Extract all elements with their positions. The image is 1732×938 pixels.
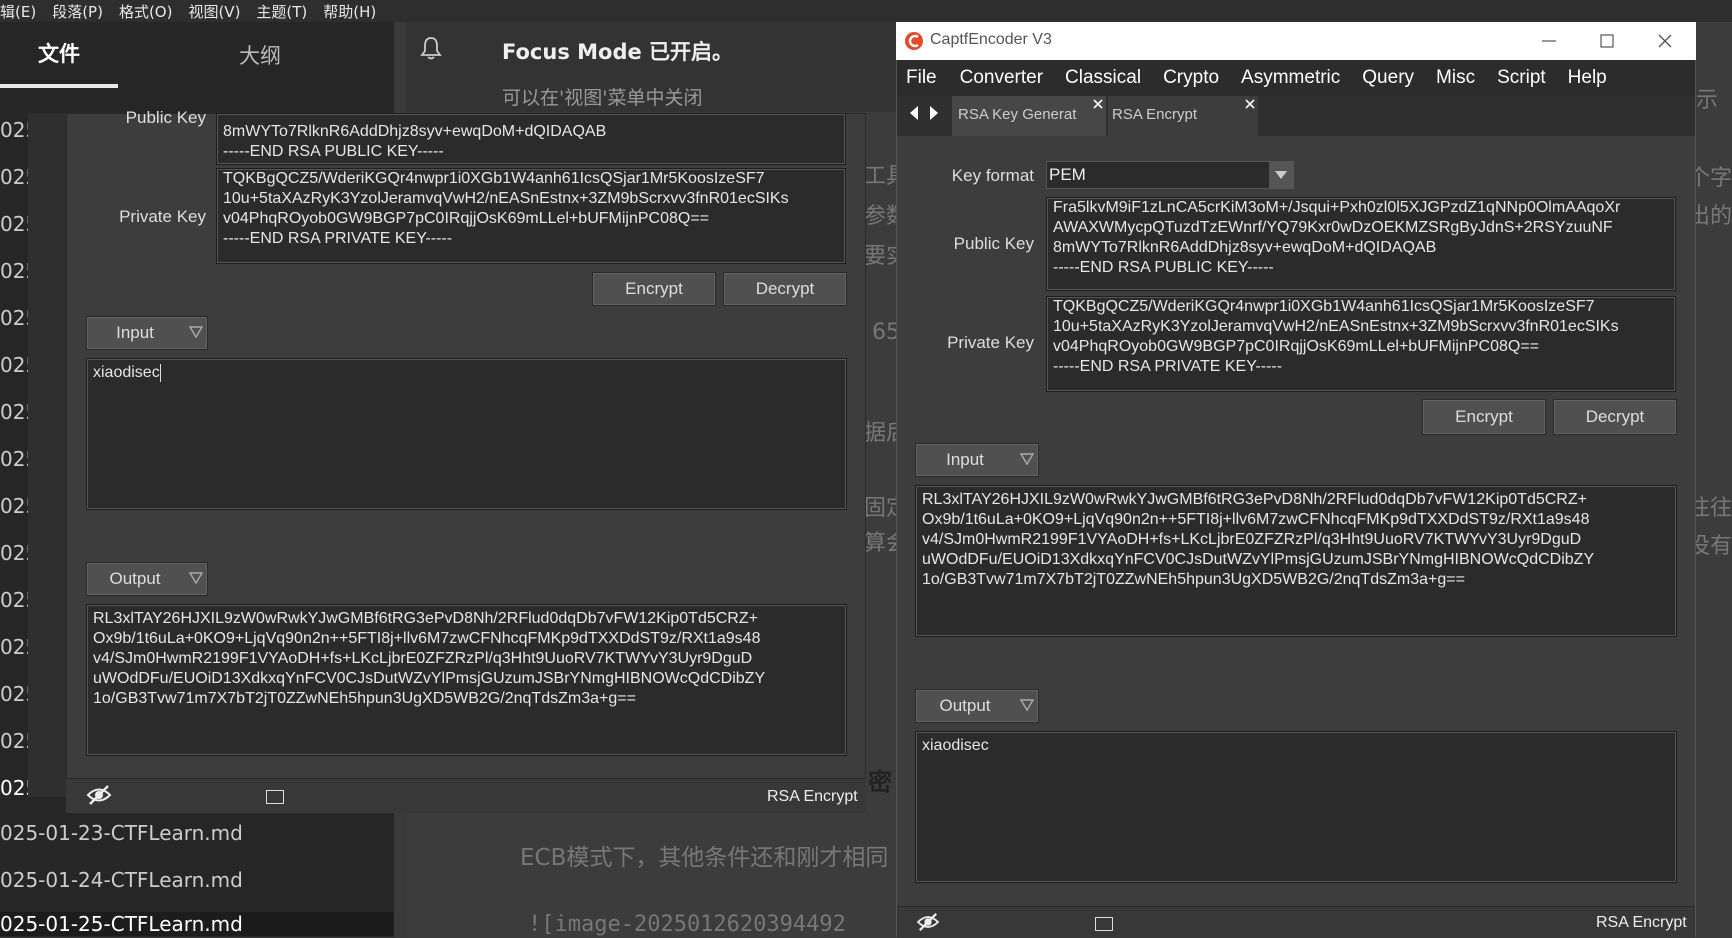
tab-close-icon[interactable]: [1092, 98, 1104, 110]
input-textarea[interactable]: RL3xlTAY26HJXIL9zW0wRwkYJwGMBf6tRG3ePvD8…: [915, 485, 1677, 637]
public-key-field[interactable]: Fra5lkvM9iF1zLnCA5crKiM3oM+/Jsqui+Pxh0zl…: [1046, 197, 1676, 291]
left-input-text: xiaodisec: [93, 364, 160, 381]
eye-off-icon[interactable]: [915, 912, 941, 932]
sidebar-tab-outline[interactable]: 大纲: [185, 22, 335, 88]
chevron-down-icon: [1020, 699, 1034, 712]
tab-label: RSA Key Generat: [958, 106, 1077, 123]
tab-close-icon[interactable]: [1244, 98, 1256, 110]
editor-heading-fragment: 密: [868, 768, 892, 796]
menu-converter[interactable]: Converter: [960, 67, 1043, 89]
menu-paragraph[interactable]: 段落(P): [52, 1, 103, 22]
left-private-key-field[interactable]: TQKBgQCZ5/WderiKGQr4nwpr1i0XGb1W4anh61Ic…: [216, 168, 846, 264]
sidebar-tab-files[interactable]: 文件: [0, 22, 118, 88]
close-icon[interactable]: [1656, 32, 1674, 50]
output-textarea[interactable]: xiaodisec: [915, 731, 1677, 883]
app-logo-icon: [905, 32, 923, 50]
left-input-label: Input: [116, 323, 154, 342]
tab-label: RSA Encrypt: [1112, 106, 1198, 123]
eye-off-icon[interactable]: [86, 784, 112, 806]
menu-crypto[interactable]: Crypto: [1163, 67, 1219, 89]
editor-paragraph[interactable]: ECB模式下，其他条件还和刚才相同: [520, 838, 888, 872]
menu-view[interactable]: 视图(V): [188, 1, 240, 22]
input-format-select[interactable]: Input: [915, 443, 1039, 477]
notice-title: Focus Mode 已开启。: [502, 40, 734, 64]
status-bar: [897, 906, 1695, 938]
left-input-textarea[interactable]: xiaodisec: [86, 358, 847, 510]
left-private-key-label: Private Key: [119, 207, 206, 226]
key-format-value: PEM: [1049, 165, 1086, 184]
encrypt-button[interactable]: Encrypt: [1422, 399, 1546, 435]
input-label: Input: [946, 450, 984, 469]
left-encrypt-button[interactable]: Encrypt: [592, 272, 716, 306]
private-key-field[interactable]: TQKBgQCZ5/WderiKGQr4nwpr1i0XGb1W4anh61Ic…: [1046, 296, 1676, 392]
status-text: RSA Encrypt: [1596, 914, 1687, 931]
left-output-label: Output: [109, 569, 161, 588]
output-format-select[interactable]: Output: [915, 689, 1039, 723]
left-public-key-label: Public Key: [125, 108, 206, 127]
app-menubar: File Converter Classical Crypto Asymmetr…: [897, 60, 1695, 96]
bell-icon[interactable]: [420, 36, 442, 60]
minimize-icon[interactable]: [1540, 32, 1558, 50]
private-key-label: Private Key: [947, 333, 1034, 352]
menu-misc[interactable]: Misc: [1436, 67, 1475, 89]
left-status-bar: [66, 778, 866, 813]
file-item-active[interactable]: 025-01-25-CTFLearn.md: [0, 912, 394, 936]
editor-text-fragment: 示: [1696, 88, 1719, 113]
text-cursor: [159, 363, 161, 382]
tab-scroll-left-icon[interactable]: [908, 104, 920, 122]
tab-rsa-encrypt[interactable]: RSA Encrypt: [1108, 96, 1258, 136]
menu-file[interactable]: File: [906, 67, 937, 89]
chevron-down-icon: [189, 326, 203, 339]
tab-scroll-right-icon[interactable]: [928, 104, 940, 122]
key-format-select[interactable]: PEM: [1046, 161, 1294, 189]
typora-menubar: 辑(E) 段落(P) 格式(O) 视图(V) 主题(T) 帮助(H): [0, 0, 1732, 22]
left-decrypt-button[interactable]: Decrypt: [723, 272, 847, 306]
left-window-edge: [28, 113, 66, 797]
menu-help[interactable]: 帮助(H): [323, 1, 376, 22]
left-public-key-field[interactable]: 8mWYTo7RlknR6AddDhjz8syv+ewqDoM+dQIDAQAB…: [216, 113, 846, 165]
notice-subtitle: 可以在'视图'菜单中关闭: [502, 87, 703, 109]
window-title: CaptfEncoder V3: [930, 31, 1052, 48]
maximize-icon[interactable]: [1598, 32, 1616, 50]
tab-rsa-key-generate[interactable]: RSA Key Generat: [952, 96, 1106, 136]
menu-help[interactable]: Help: [1568, 67, 1607, 89]
menu-format[interactable]: 格式(O): [119, 1, 173, 22]
dropdown-button[interactable]: [1269, 162, 1293, 188]
menu-theme[interactable]: 主题(T): [256, 1, 307, 22]
menu-query[interactable]: Query: [1362, 67, 1414, 89]
chevron-down-icon: [1020, 453, 1034, 466]
decrypt-button[interactable]: Decrypt: [1553, 399, 1677, 435]
file-item[interactable]: 025-01-24-CTFLearn.md: [0, 868, 390, 892]
menu-edit[interactable]: 辑(E): [0, 1, 36, 22]
left-output-textarea[interactable]: RL3xlTAY26HJXIL9zW0wRwkYJwGMBf6tRG3ePvD8…: [86, 604, 847, 756]
menu-asymmetric[interactable]: Asymmetric: [1241, 67, 1340, 89]
editor-image-reference[interactable]: ![image-2025012620394492: [528, 912, 846, 937]
chevron-down-icon: [189, 572, 203, 585]
left-output-format-select[interactable]: Output: [86, 562, 208, 596]
left-status-text: RSA Encrypt: [767, 788, 858, 805]
window-icon[interactable]: [1095, 917, 1113, 931]
chevron-down-icon: [1275, 171, 1287, 179]
file-item[interactable]: 025-01-23-CTFLearn.md: [0, 821, 390, 845]
output-label: Output: [939, 696, 991, 715]
menu-script[interactable]: Script: [1497, 67, 1546, 89]
public-key-label: Public Key: [953, 234, 1034, 253]
key-format-label: Key format: [951, 166, 1034, 185]
window-icon[interactable]: [266, 790, 284, 804]
menu-classical[interactable]: Classical: [1065, 67, 1141, 89]
left-input-format-select[interactable]: Input: [86, 316, 208, 350]
